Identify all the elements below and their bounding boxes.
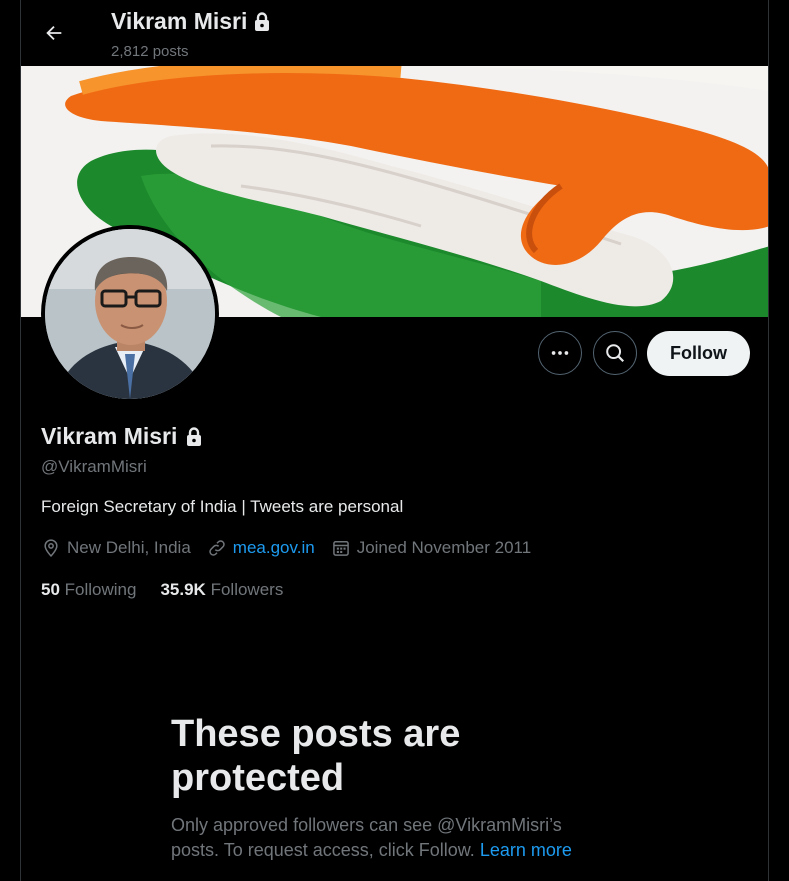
- lock-icon: [187, 426, 202, 446]
- link-icon: [209, 540, 225, 556]
- learn-more-link[interactable]: Learn more: [480, 840, 572, 860]
- following-label: Following: [64, 580, 137, 599]
- search-icon: [606, 344, 625, 363]
- followers-count: 35.9K: [160, 580, 206, 599]
- protected-title: These posts are protected: [171, 713, 461, 799]
- joined-text: Joined November 2011: [356, 538, 532, 557]
- top-bar: Vikram Misri 2,812 posts: [21, 0, 768, 66]
- website-item: mea.gov.in: [207, 538, 315, 558]
- header-name: Vikram Misri: [111, 8, 248, 34]
- profile-meta: New Delhi, India mea.gov.in Joined Novem…: [41, 538, 547, 558]
- joined-item: Joined November 2011: [331, 538, 532, 558]
- back-button[interactable]: [35, 14, 73, 52]
- posts-count: 2,812 posts: [111, 43, 189, 60]
- profile-name-row: Vikram Misri: [41, 423, 203, 450]
- calendar-icon: [332, 541, 349, 556]
- location-pin-icon: [44, 539, 58, 557]
- profile-name: Vikram Misri: [41, 423, 178, 449]
- follow-button[interactable]: Follow: [647, 331, 750, 376]
- avatar-photo: [45, 229, 215, 399]
- profile-column: Vikram Misri 2,812 posts Follow Vikram M…: [20, 0, 769, 881]
- arrow-left-icon: [46, 25, 62, 41]
- location-text: New Delhi, India: [67, 538, 191, 557]
- search-button[interactable]: [593, 331, 637, 375]
- protected-message: Only approved followers can see @VikramM…: [171, 813, 611, 863]
- header-title: Vikram Misri: [111, 8, 271, 35]
- location-item: New Delhi, India: [41, 538, 191, 558]
- lock-icon: [255, 11, 270, 31]
- followers-label: Followers: [210, 580, 284, 599]
- profile-handle: @VikramMisri: [41, 457, 147, 476]
- profile-avatar[interactable]: [41, 225, 219, 403]
- following-link[interactable]: 50 Following: [41, 580, 136, 600]
- following-count: 50: [41, 580, 60, 599]
- followers-link[interactable]: 35.9K Followers: [160, 580, 283, 600]
- profile-bio: Foreign Secretary of India | Tweets are …: [41, 497, 404, 516]
- website-link[interactable]: mea.gov.in: [233, 538, 315, 558]
- follow-stats: 50 Following 35.9K Followers: [41, 580, 283, 600]
- more-horizontal-icon: [551, 351, 569, 355]
- more-button[interactable]: [538, 331, 582, 375]
